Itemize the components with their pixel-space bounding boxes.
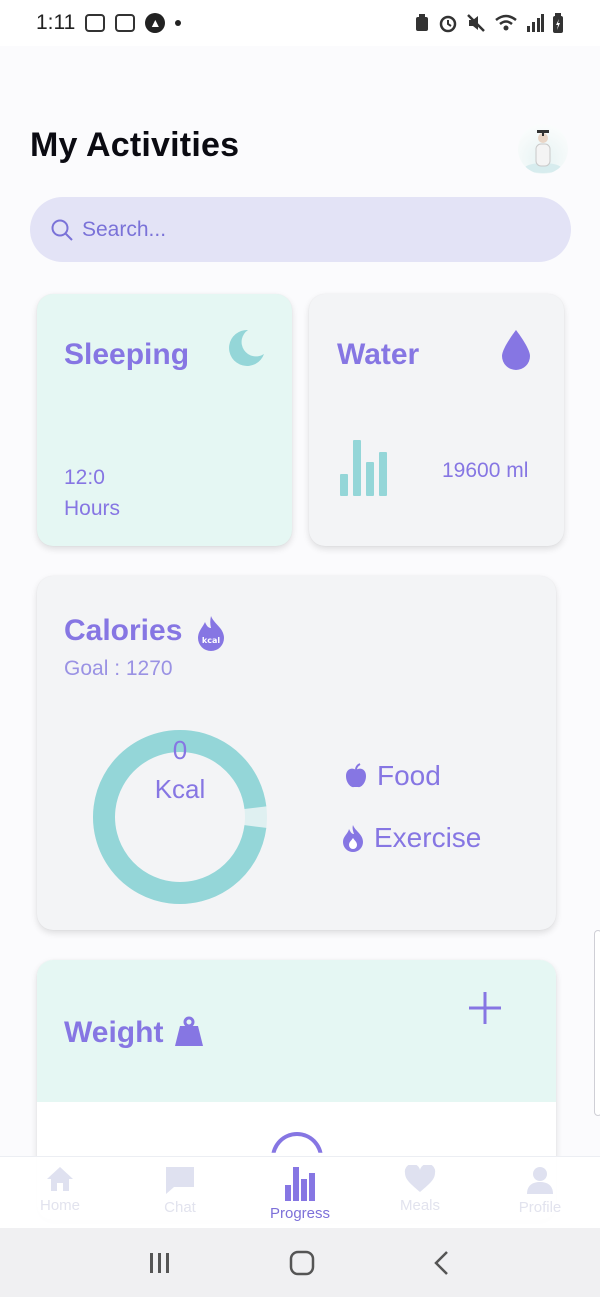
calories-title: Calories (64, 614, 183, 647)
scroll-indicator[interactable] (594, 930, 600, 1116)
sleeping-value: 12:0 (64, 466, 105, 489)
bar-chart-icon (285, 1167, 315, 1201)
nav-progress[interactable]: Progress (240, 1157, 360, 1228)
nav-home-label: Home (39, 1197, 80, 1214)
screenshot-icon (115, 14, 136, 32)
page-title: My Activities (30, 126, 240, 164)
nav-chat[interactable]: Chat (120, 1157, 240, 1228)
mute-icon (467, 14, 485, 32)
legend-food: Food (343, 760, 441, 792)
kcal-flame-icon: kcal (198, 616, 224, 651)
avatar-figure-icon (525, 130, 561, 173)
system-nav-bar (0, 1228, 600, 1297)
water-card[interactable]: Water 19600 ml (309, 294, 564, 546)
calories-unit: Kcal (154, 774, 206, 804)
search-icon (51, 219, 73, 241)
moon-icon (229, 329, 264, 366)
signal-icon (527, 14, 544, 32)
sleeping-unit: Hours (64, 497, 121, 520)
calories-goal: Goal : 1270 (64, 657, 173, 680)
status-right (414, 13, 564, 33)
heart-icon (404, 1165, 436, 1192)
recent-apps-icon[interactable] (148, 1251, 172, 1275)
sleeping-value-block: 12:0 Hours (64, 462, 120, 524)
weight-icon (175, 1016, 203, 1046)
status-time: 1:11 (36, 11, 76, 34)
svg-text:kcal: kcal (202, 636, 220, 645)
bottom-nav: Home Chat Progress Meals Profile (0, 1156, 600, 1228)
screenshot-icon (85, 14, 106, 32)
apple-icon (346, 763, 366, 788)
water-drop-icon (502, 330, 530, 370)
wifi-icon (495, 14, 517, 31)
nav-profile[interactable]: Profile (480, 1157, 600, 1228)
legend-exercise: Exercise (340, 822, 481, 854)
add-weight-button[interactable] (467, 990, 503, 1026)
nav-meals-label: Meals (399, 1197, 440, 1214)
nav-meals[interactable]: Meals (360, 1157, 480, 1228)
bar-chart-icon (340, 440, 387, 496)
calories-value: 0 (172, 735, 188, 765)
legend-food-label: Food (377, 760, 441, 791)
nav-progress-label: Progress (269, 1205, 331, 1222)
sleeping-title: Sleeping (64, 338, 190, 371)
water-value: 19600 ml (442, 459, 529, 482)
nav-chat-label: Chat (164, 1199, 196, 1216)
flame-icon (343, 825, 363, 852)
legend-exercise-label: Exercise (374, 822, 482, 853)
calories-card[interactable]: Calories kcal Goal : 1270 0 Kcal Food Ex… (37, 576, 556, 930)
back-icon[interactable] (432, 1250, 452, 1276)
search-bar[interactable]: Search... (30, 197, 571, 262)
weight-title: Weight (64, 1016, 164, 1049)
home-icon (47, 1167, 73, 1191)
nav-home[interactable]: Home (0, 1157, 120, 1228)
app-notification-icon: ▲ (145, 13, 166, 33)
status-left: 1:11 ▲ (36, 11, 182, 35)
alarm-icon (439, 15, 457, 33)
profile-icon (527, 1167, 553, 1194)
sleeping-card[interactable]: Sleeping 12:0 Hours (37, 294, 292, 546)
donut-label: 0 Kcal (92, 731, 268, 809)
nav-profile-label: Profile (518, 1199, 562, 1216)
status-bar: 1:11 ▲ (0, 0, 600, 46)
battery-charging-icon (553, 13, 563, 33)
avatar[interactable] (518, 124, 568, 174)
more-notifications-dot-icon (175, 20, 182, 26)
home-button-icon[interactable] (289, 1250, 315, 1276)
search-input[interactable]: Search... (82, 218, 166, 242)
chat-icon (166, 1167, 194, 1194)
water-title: Water (337, 338, 420, 371)
battery-saver-icon (416, 14, 428, 31)
